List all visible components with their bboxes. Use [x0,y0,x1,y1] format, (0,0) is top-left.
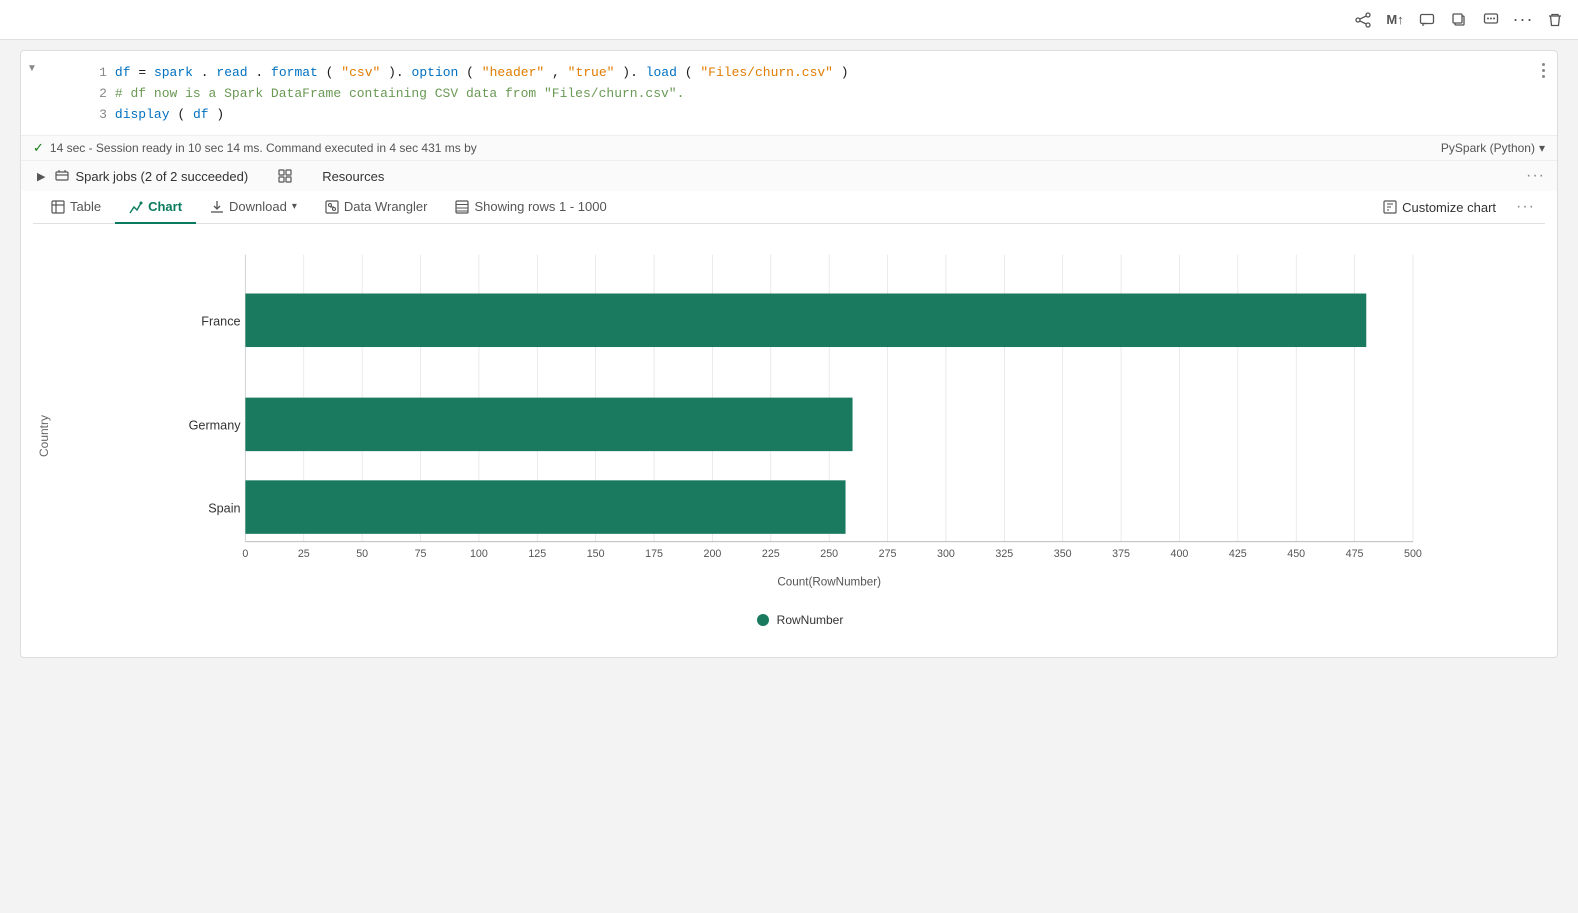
tab-chart[interactable]: Chart [115,191,196,224]
share-icon[interactable] [1352,9,1374,31]
svg-text:Germany: Germany [189,419,242,433]
svg-text:350: 350 [1054,549,1072,561]
delete-icon[interactable] [1544,9,1566,31]
pyspark-label[interactable]: PySpark (Python) ▾ [1441,141,1545,155]
tabs-right: Customize chart ··· [1375,196,1541,219]
legend-row: RowNumber [55,603,1545,631]
svg-text:150: 150 [587,549,605,561]
svg-text:400: 400 [1171,549,1189,561]
output-more-btn[interactable]: ··· [1510,196,1541,218]
expand-btn[interactable]: ▶ [33,168,49,185]
svg-text:200: 200 [704,549,722,561]
status-bar: ✓ 14 sec - Session ready in 10 sec 14 ms… [21,135,1557,160]
tab-table-label: Table [70,199,101,214]
model-icon[interactable]: M↑ [1384,9,1406,31]
bar-france [245,294,1366,348]
svg-text:125: 125 [528,549,546,561]
svg-text:475: 475 [1346,549,1364,561]
pyspark-text: PySpark (Python) [1441,141,1535,155]
customize-icon [1383,200,1397,214]
customize-chart-btn[interactable]: Customize chart [1375,196,1504,219]
tab-table[interactable]: Table [37,191,115,224]
table-tab-icon [51,200,65,214]
code-block: 1 df = spark . read . format ( "csv" ). … [43,59,857,135]
bar-chart: France Germany Spain 0 [55,240,1545,600]
tab-data-wrangler-label: Data Wrangler [344,199,428,214]
tab-data-wrangler[interactable]: Data Wrangler [311,191,442,224]
svg-text:300: 300 [937,549,955,561]
svg-text:25: 25 [298,549,310,561]
spark-jobs-icon [55,169,69,183]
line-number-1: 1 [91,63,107,84]
svg-text:75: 75 [415,549,427,561]
data-wrangler-icon [325,200,339,214]
svg-text:100: 100 [470,549,488,561]
svg-text:250: 250 [820,549,838,561]
svg-text:450: 450 [1287,549,1305,561]
download-chevron: ▾ [292,201,297,212]
duplicate-icon[interactable] [1448,9,1470,31]
resources-icon [278,169,292,183]
svg-text:0: 0 [242,549,248,561]
svg-text:Spain: Spain [208,502,240,516]
tabs-row: Table Chart Download ▾ Data Wrangler Sho… [33,191,1545,224]
tab-showing-rows: Showing rows 1 - 1000 [441,191,620,224]
code-line-3: 3 display ( df ) [91,105,849,126]
pyspark-chevron: ▾ [1539,141,1545,155]
svg-text:Count(RowNumber): Count(RowNumber) [777,576,881,589]
spark-jobs-label: Spark jobs (2 of 2 succeeded) [75,169,248,184]
tab-chart-label: Chart [148,199,182,214]
output-area: Table Chart Download ▾ Data Wrangler Sho… [21,191,1557,657]
cell-header: ▼ 1 df = spark . read . format ( "csv" )… [21,51,1557,135]
chart-area: Country [33,224,1545,641]
code-line-1: 1 df = spark . read . format ( "csv" ). … [91,63,849,84]
code-text-1: df = spark . read . format ( "csv" ). op… [115,63,849,84]
tab-download[interactable]: Download ▾ [196,191,311,224]
rows-icon [455,200,469,214]
svg-text:375: 375 [1112,549,1130,561]
y-axis-label: Country [33,240,55,631]
code-line-2: 2 # df now is a Spark DataFrame containi… [91,84,849,105]
check-icon: ✓ [33,140,44,156]
line-number-3: 3 [91,105,107,126]
svg-text:50: 50 [356,549,368,561]
bar-spain [245,481,845,535]
showing-rows-label: Showing rows 1 - 1000 [474,199,606,214]
status-left: ✓ 14 sec - Session ready in 10 sec 14 ms… [33,140,477,156]
code-text-2: # df now is a Spark DataFrame containing… [115,84,685,105]
more-icon[interactable]: ··· [1512,9,1534,31]
top-bar: M↑ ··· [0,0,1578,40]
chart-tab-icon [129,200,143,214]
svg-text:France: France [201,315,240,329]
download-tab-icon [210,200,224,214]
chat-icon[interactable] [1480,9,1502,31]
spark-jobs-row: ▶ Spark jobs (2 of 2 succeeded) Resource… [21,160,1557,191]
legend-label: RowNumber [777,613,844,627]
svg-text:500: 500 [1404,549,1422,561]
svg-text:175: 175 [645,549,663,561]
legend-dot [757,614,769,626]
svg-text:325: 325 [995,549,1013,561]
line-number-2: 2 [91,84,107,105]
svg-text:275: 275 [879,549,897,561]
resources-label: Resources [322,169,384,184]
tab-download-label: Download [229,199,287,214]
spark-jobs-more-btn[interactable]: ··· [1526,167,1545,185]
notebook-cell: ▼ 1 df = spark . read . format ( "csv" )… [20,50,1558,658]
status-text: 14 sec - Session ready in 10 sec 14 ms. … [50,141,477,155]
svg-text:225: 225 [762,549,780,561]
code-text-3: display ( df ) [115,105,224,126]
comment-icon[interactable] [1416,9,1438,31]
cell-collapse-btn[interactable]: ▼ [21,59,43,78]
bar-germany [245,398,852,452]
svg-text:425: 425 [1229,549,1247,561]
customize-chart-label: Customize chart [1402,200,1496,215]
